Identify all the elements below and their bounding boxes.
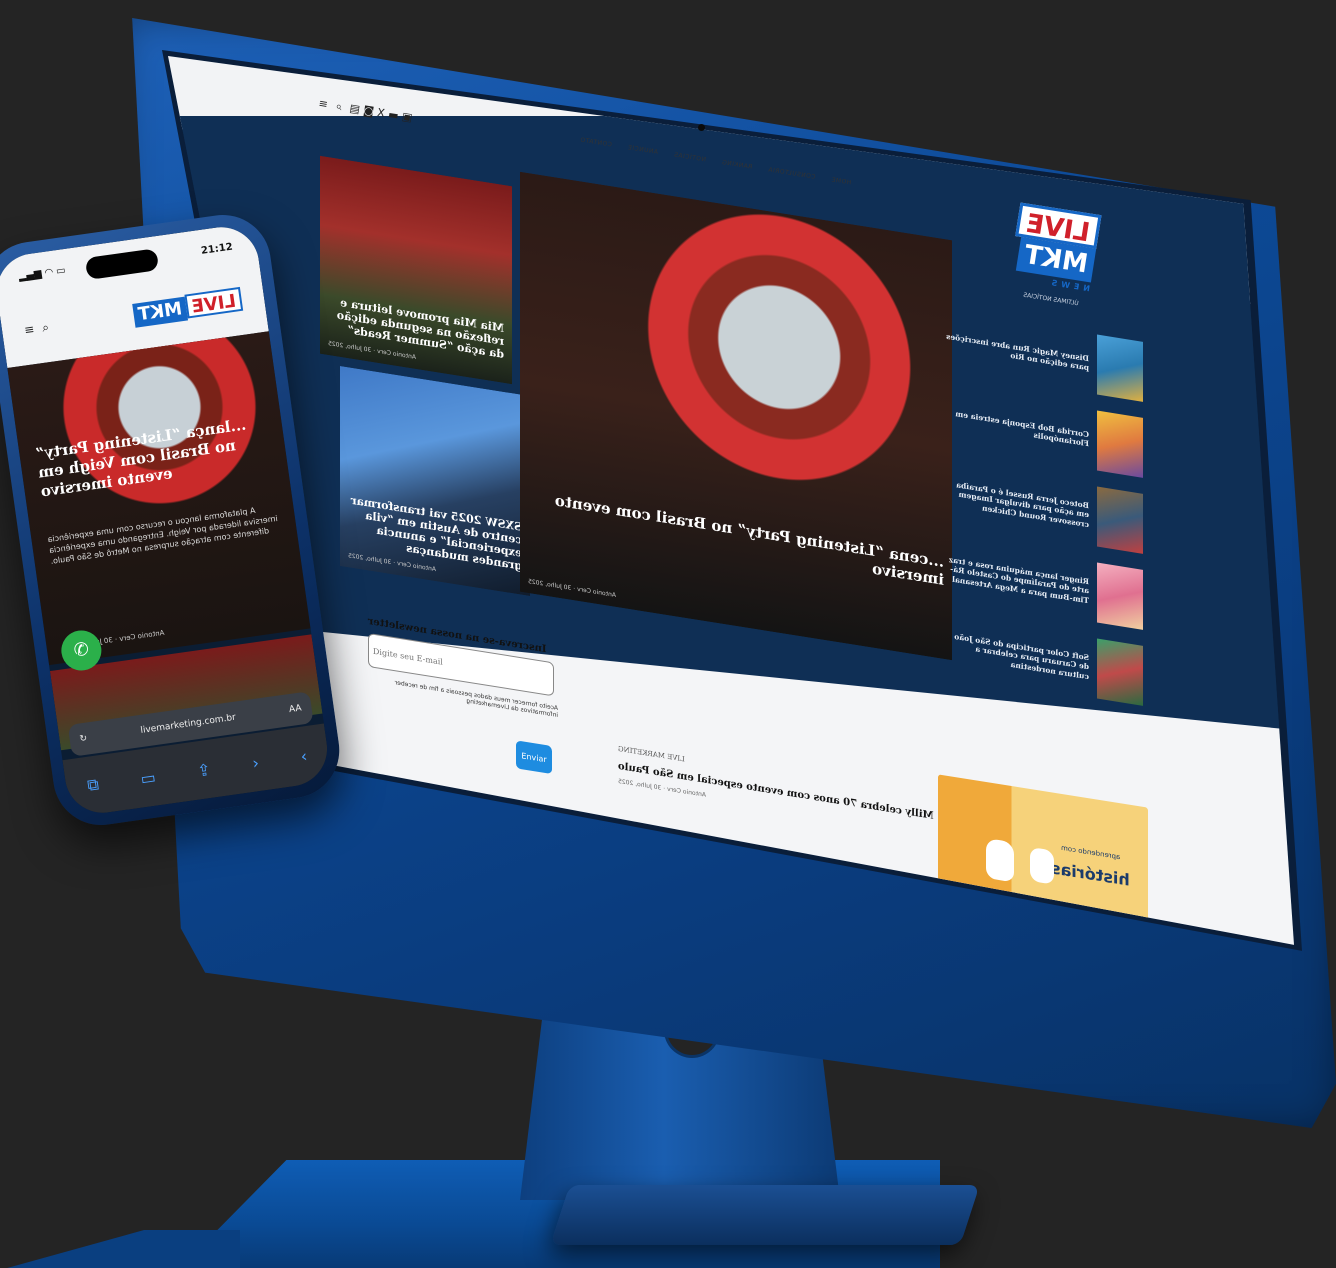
submit-button[interactable]: Enviar (516, 740, 552, 775)
tabs-icon[interactable]: ⧉ (86, 774, 100, 795)
list-item[interactable]: Corrida Bob Esponja estreia em Florianóp… (943, 386, 1143, 478)
list-item-thumb (1097, 486, 1143, 554)
reload-icon[interactable]: ↻ (79, 734, 88, 745)
list-item-thumb (1097, 562, 1143, 630)
monitor-stand-foot (550, 1185, 980, 1245)
list-item[interactable]: Soft Color participa do São João de Caru… (943, 614, 1143, 706)
back-icon[interactable]: ‹ (299, 746, 308, 766)
hero-main-card[interactable]: ...cena “Listening Party” no Brasil com … (520, 171, 952, 661)
reader-icon[interactable]: AA (288, 703, 302, 715)
pedestal-side (0, 1230, 240, 1268)
phone-hero-card[interactable]: ...lança “Listening Party” no Brasil com… (7, 331, 311, 666)
list-item[interactable]: Ringer lança máquina rosa e traz arte do… (943, 538, 1143, 630)
sidebar-news-list: Disney Magic Run abre inscrições para ed… (943, 310, 1143, 722)
list-item-title: Disney Magic Run abre inscrições para ed… (946, 331, 1089, 373)
bookmarks-icon[interactable]: ▭ (139, 767, 157, 788)
url-text: livemarketing.com.br (139, 712, 237, 736)
list-item-thumb (1097, 638, 1143, 706)
bunny-icon (986, 837, 1014, 883)
bunny-icon (1030, 846, 1054, 885)
search-icon[interactable]: ⌕ (334, 99, 343, 114)
menu-icon[interactable]: ≡ (23, 322, 35, 338)
list-item-title: Ringer lança máquina rosa e traz arte do… (948, 555, 1089, 605)
camera-icon (698, 124, 705, 131)
forward-icon[interactable]: › (251, 752, 260, 772)
ad-kicker: aprendendo com (1060, 843, 1120, 862)
phone-hero-title: ...lança “Listening Party” no Brasil com… (34, 415, 248, 500)
share-icon[interactable]: ⇪ (196, 759, 212, 780)
list-item-title: Soft Color participa do São João de Caru… (954, 631, 1089, 681)
list-item-title: Boteco Jerra Russel é o Paraíba em ação … (956, 480, 1089, 529)
list-item-title: Corrida Bob Esponja estreia em Florianóp… (955, 408, 1089, 449)
menu-icon[interactable]: ≡ (317, 97, 329, 112)
list-item-thumb (1097, 410, 1143, 478)
hero-card-top[interactable]: Mia Mia promove leitura e reflexão na se… (320, 155, 512, 385)
phone-hero-desc: A plataforma lançou o recurso com uma ex… (46, 505, 279, 567)
list-item-thumb (1097, 334, 1143, 402)
ad-headline: histórias (1051, 858, 1130, 890)
list-item[interactable]: Boteco Jerra Russel é o Paraíba em ação … (943, 462, 1143, 554)
hero-card-bottom[interactable]: SXSW 2025 vai transformar centro de Aust… (340, 365, 530, 597)
